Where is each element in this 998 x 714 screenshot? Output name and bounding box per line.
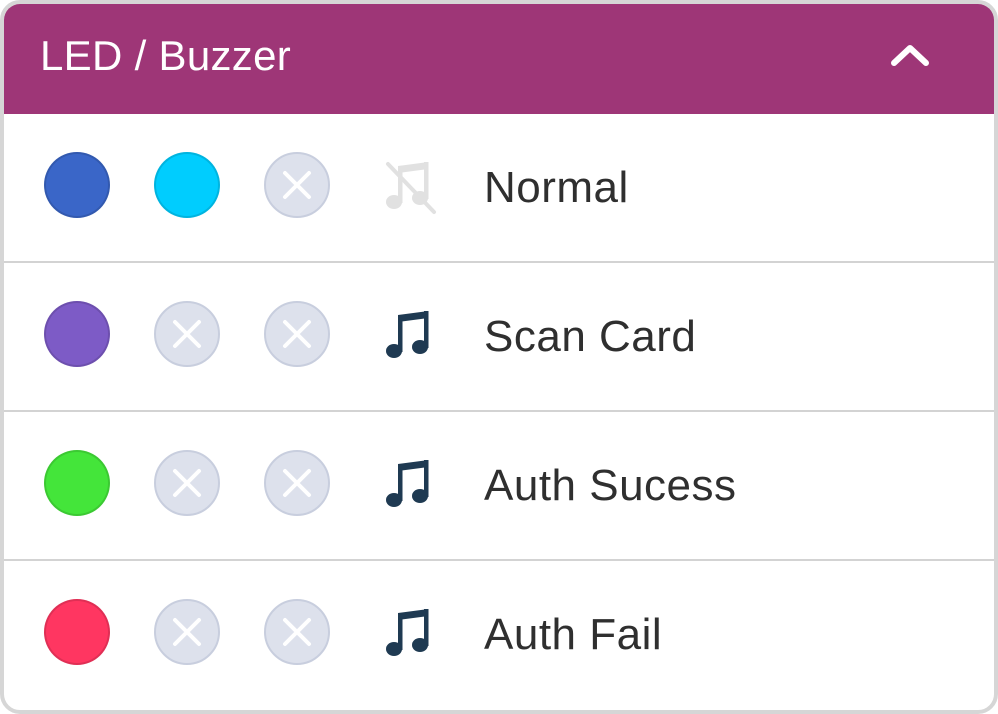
led-buzzer-list: Normal Scan Card Auth Sucess Auth Fail <box>4 114 994 708</box>
collapse-button[interactable] <box>884 30 936 82</box>
music-off-icon <box>386 162 436 214</box>
row-label: Auth Sucess <box>484 461 737 510</box>
list-item: Normal <box>4 114 994 263</box>
led-color-1[interactable] <box>44 152 110 218</box>
led-color-2[interactable] <box>154 301 220 367</box>
close-icon <box>173 469 201 497</box>
music-note-icon <box>386 609 429 656</box>
led-color-3[interactable] <box>264 599 330 665</box>
led-buzzer-panel: LED / Buzzer Normal Scan Card Auth Suces… <box>0 0 998 714</box>
led-color-2[interactable] <box>154 599 220 665</box>
music-note-icon <box>386 311 429 358</box>
led-color-1[interactable] <box>44 450 110 516</box>
led-color-3[interactable] <box>264 152 330 218</box>
close-icon <box>283 469 311 497</box>
chevron-up-icon <box>891 45 929 66</box>
row-label: Auth Fail <box>484 610 663 659</box>
row-label: Scan Card <box>484 312 697 361</box>
buzzer-toggle[interactable] <box>380 158 440 218</box>
led-color-1[interactable] <box>44 599 110 665</box>
led-color-3[interactable] <box>264 301 330 367</box>
buzzer-toggle[interactable] <box>380 307 440 367</box>
close-icon <box>283 618 311 646</box>
buzzer-toggle[interactable] <box>380 605 440 665</box>
close-icon <box>283 171 311 199</box>
list-item: Scan Card <box>4 263 994 412</box>
list-item: Auth Fail <box>4 561 994 708</box>
buzzer-toggle[interactable] <box>380 456 440 516</box>
list-item: Auth Sucess <box>4 412 994 561</box>
close-icon <box>173 618 201 646</box>
close-icon <box>173 320 201 348</box>
panel-header[interactable]: LED / Buzzer <box>4 4 994 114</box>
music-note-icon <box>386 460 429 507</box>
led-color-1[interactable] <box>44 301 110 367</box>
led-color-3[interactable] <box>264 450 330 516</box>
led-color-2[interactable] <box>154 152 220 218</box>
led-color-2[interactable] <box>154 450 220 516</box>
row-label: Normal <box>484 163 629 212</box>
panel-title: LED / Buzzer <box>40 32 292 79</box>
close-icon <box>283 320 311 348</box>
